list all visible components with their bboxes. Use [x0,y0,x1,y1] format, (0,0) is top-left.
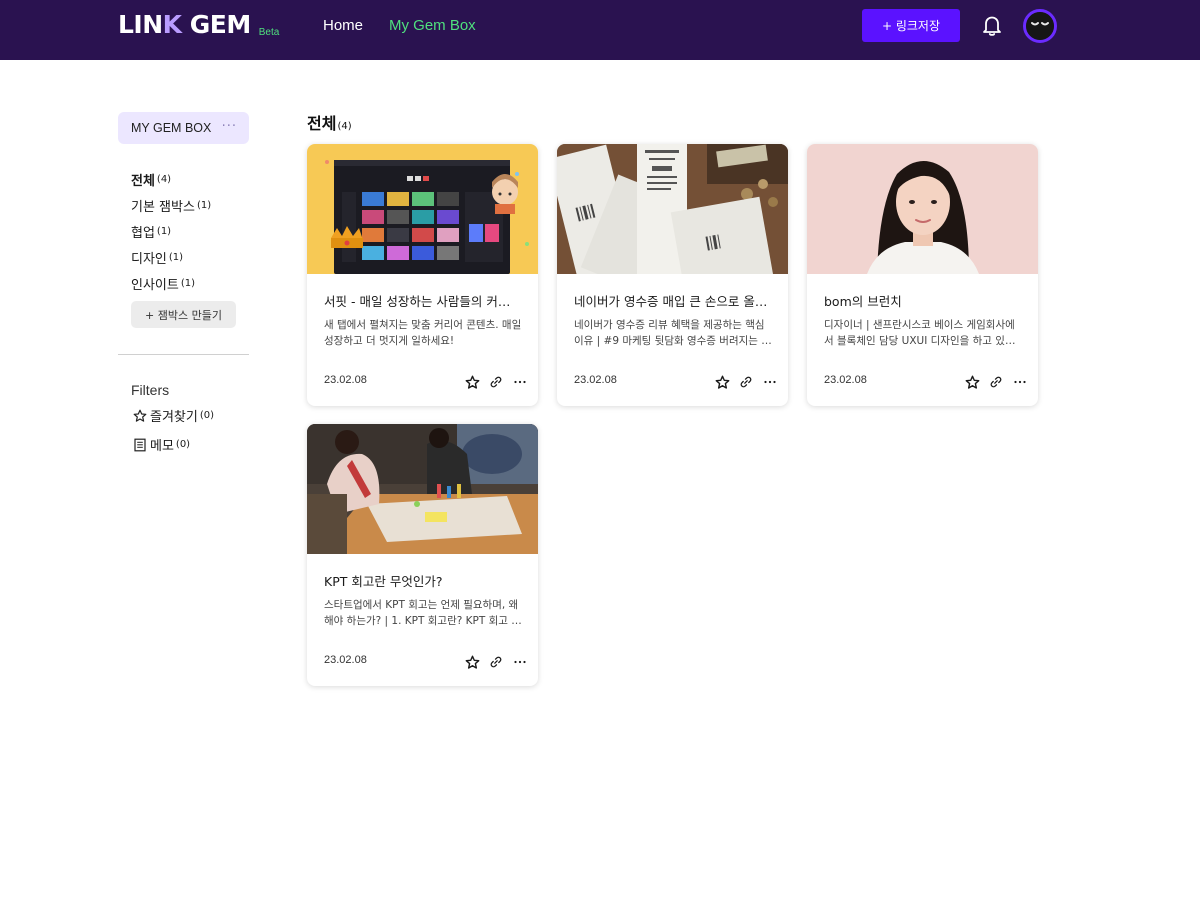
more-options-icon[interactable] [508,653,532,671]
nav-home-link[interactable]: Home [323,16,363,36]
link-icon[interactable] [734,373,758,391]
filter-favorites[interactable]: 즐겨찾기 (0) [133,406,214,425]
more-options-icon[interactable] [1008,373,1032,391]
category-collaboration[interactable]: 협업 (1) [131,218,211,244]
star-icon[interactable] [460,653,484,671]
star-icon[interactable] [960,373,984,391]
star-icon [133,409,147,422]
filters-heading: Filters [131,382,170,398]
filter-memo[interactable]: 메모 (0) [133,435,190,454]
card-date: 23.02.08 [324,374,367,386]
category-all[interactable]: 전체 (4) [131,166,211,192]
sidebar-divider [118,354,249,355]
category-default-box[interactable]: 기본 잼박스 (1) [131,192,211,218]
avatar-icon[interactable] [1023,9,1057,43]
card-description: 새 탭에서 펼쳐지는 맞춤 커리어 콘텐츠. 매일 성장하고 더 멋지게 일하세… [324,319,522,347]
link-icon[interactable] [484,373,508,391]
my-gem-box-header[interactable]: MY GEM BOX ··· [118,112,249,144]
link-card[interactable]: bom의 브런치 디자이너 | 샌프란시스코 베이스 게임회사에서 블록체인 담… [807,144,1038,406]
card-description: 네이버가 영수증 리뷰 혜택을 제공하는 핵심이유 | #9 마케팅 뒷담화 영… [574,319,771,347]
more-options-icon[interactable] [508,373,532,391]
link-card[interactable]: 네이버가 영수증 매입 큰 손으로 올라선 이유 네이버가 영수증 리뷰 혜택을… [557,144,788,406]
gem-box-category-list: 전체 (4) 기본 잼박스 (1) 협업 (1) 디자인 (1) 인사이트 (1… [131,166,211,296]
my-gem-box-title: MY GEM BOX [131,121,212,135]
receipts-thumbnail [557,144,788,274]
link-icon[interactable] [484,653,508,671]
page-title: 전체 (4) [307,114,352,133]
card-actions [460,373,532,391]
star-icon[interactable] [710,373,734,391]
more-options-icon[interactable] [758,373,782,391]
star-icon[interactable] [460,373,484,391]
card-date: 23.02.08 [824,374,867,386]
portrait-thumbnail [807,144,1038,274]
link-gem-logo[interactable]: LINK GEM Beta [118,10,279,40]
card-date: 23.02.08 [574,374,617,386]
category-design[interactable]: 디자인 (1) [131,244,211,270]
more-options-icon[interactable]: ··· [222,119,237,134]
surfit-thumbnail [307,144,538,274]
card-title[interactable]: 네이버가 영수증 매입 큰 손으로 올라선 이유 [574,291,770,310]
card-description: 스타트업에서 KPT 회고는 언제 필요하며, 왜 해야 하는가? | 1. K… [324,599,521,627]
memo-icon [134,438,146,451]
card-actions [960,373,1032,391]
link-icon[interactable] [984,373,1008,391]
category-insight[interactable]: 인사이트 (1) [131,270,211,296]
meeting-thumbnail [307,424,538,554]
link-card[interactable]: KPT 회고란 무엇인가? 스타트업에서 KPT 회고는 언제 필요하며, 왜 … [307,424,538,686]
create-gem-box-button[interactable]: + 잼박스 만들기 [131,301,236,328]
card-title[interactable]: bom의 브런치 [824,291,1020,310]
bell-icon[interactable] [979,12,1005,38]
beta-badge: Beta [258,27,280,38]
nav-my-gem-box-link[interactable]: My Gem Box [389,16,476,36]
card-date: 23.02.08 [324,654,367,666]
save-link-button[interactable]: + 링크저장 [862,9,960,42]
card-description: 디자이너 | 샌프란시스코 베이스 게임회사에서 블록체인 담당 UXUI 디자… [824,319,1015,347]
top-navigation-bar: LINK GEM Beta Home My Gem Box + 링크저장 [0,0,1200,60]
link-card[interactable]: 서핏 - 매일 성장하는 사람들의 커리어 콘텐츠 새 탭에서 펼쳐지는 맞춤 … [307,144,538,406]
card-actions [460,653,532,671]
card-title[interactable]: 서핏 - 매일 성장하는 사람들의 커리어 콘텐츠 [324,291,520,310]
card-title[interactable]: KPT 회고란 무엇인가? [324,571,520,590]
card-actions [710,373,782,391]
